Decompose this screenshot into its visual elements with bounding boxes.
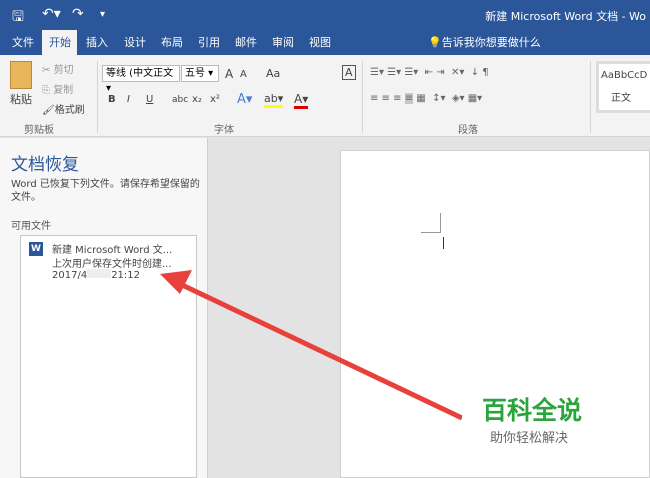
arrow-head xyxy=(160,270,192,294)
arrow-shaft xyxy=(176,280,464,421)
watermark: 百科全说 助你轻松解决 xyxy=(462,385,632,453)
